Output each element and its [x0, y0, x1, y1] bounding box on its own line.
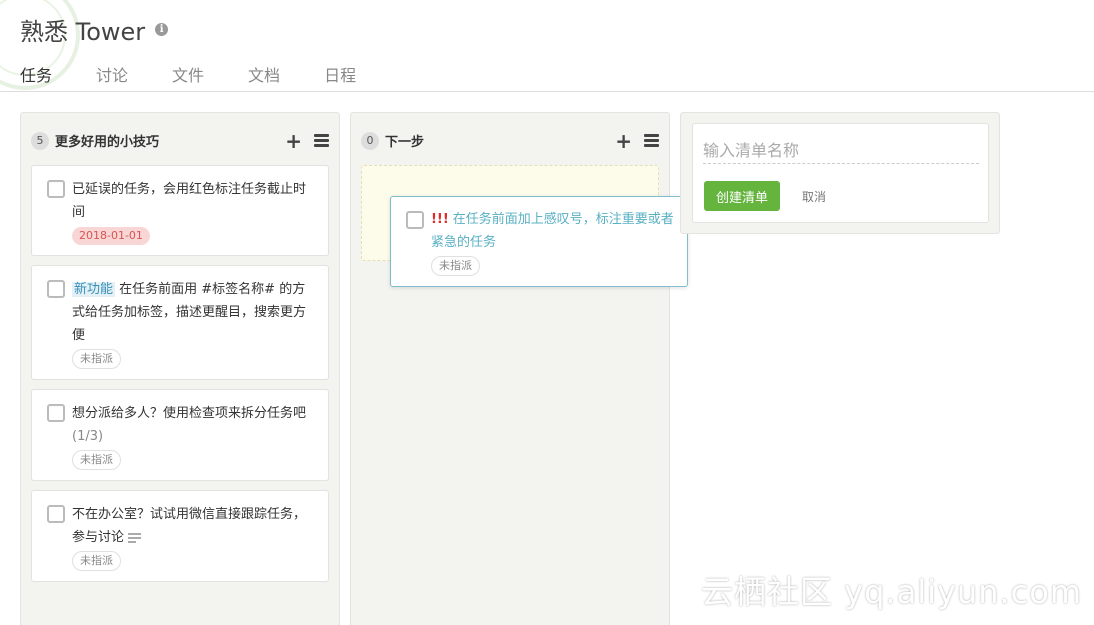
list-count-badge: 5 — [31, 131, 49, 150]
list-menu-icon[interactable] — [314, 134, 329, 147]
project-header: 熟悉 Tower i — [20, 12, 169, 47]
todo-list-next: 0 下一步 + — [350, 112, 670, 625]
list-menu-icon[interactable] — [644, 134, 659, 147]
cancel-link[interactable]: 取消 — [802, 188, 826, 205]
checklist-progress: (1/3) — [72, 429, 104, 444]
task-title-text: 在任务前面加上感叹号，标注重要或者紧急的任务 — [431, 212, 674, 250]
todo-list-tips: 5 更多好用的小技巧 + 已延误的任务，会用红色标注任务截止时间 2018-01… — [20, 112, 340, 625]
tab-calendar[interactable]: 日程 — [324, 62, 356, 92]
project-tabs: 任务 讨论 文件 文档 日程 — [20, 62, 400, 92]
new-list-form: 创建清单 取消 — [692, 123, 989, 223]
tab-files[interactable]: 文件 — [172, 62, 204, 92]
assignee-badge[interactable]: 未指派 — [72, 450, 121, 470]
list-name-input[interactable] — [703, 138, 979, 164]
list-count-badge: 0 — [361, 131, 379, 150]
task-tag: 新功能 — [72, 282, 116, 297]
dragging-task-card[interactable]: !!! 在任务前面加上感叹号，标注重要或者紧急的任务 未指派 — [390, 196, 688, 287]
list-header: 0 下一步 + — [351, 113, 669, 153]
description-icon — [128, 532, 142, 543]
info-icon[interactable]: i — [155, 23, 169, 36]
list-title[interactable]: 更多好用的小技巧 — [55, 131, 285, 150]
tab-tasks[interactable]: 任务 — [20, 62, 52, 92]
priority-marker: !!! — [431, 212, 449, 227]
task-checkbox[interactable] — [47, 280, 65, 298]
task-card[interactable]: 不在办公室？试试用微信直接跟踪任务，参与讨论 未指派 — [31, 490, 329, 582]
task-card[interactable]: 想分派给多人？使用检查项来拆分任务吧 (1/3) 未指派 — [31, 389, 329, 481]
task-title[interactable]: 想分派给多人？使用检查项来拆分任务吧 (1/3) — [72, 402, 316, 448]
task-checkbox[interactable] — [406, 211, 424, 229]
task-title-text: 不在办公室？试试用微信直接跟踪任务，参与讨论 — [72, 507, 307, 545]
add-task-icon[interactable]: + — [285, 131, 302, 151]
list-header: 5 更多好用的小技巧 + — [21, 113, 339, 153]
task-title[interactable]: 不在办公室？试试用微信直接跟踪任务，参与讨论 — [72, 503, 316, 549]
tab-docs[interactable]: 文档 — [248, 62, 280, 92]
task-title[interactable]: !!! 在任务前面加上感叹号，标注重要或者紧急的任务 — [431, 208, 677, 254]
assignee-badge[interactable]: 未指派 — [72, 349, 121, 369]
create-list-button[interactable]: 创建清单 — [704, 181, 780, 211]
assignee-badge[interactable]: 未指派 — [72, 551, 121, 571]
tabs-divider — [0, 91, 1094, 92]
task-title[interactable]: 新功能 在任务前面用 #标签名称# 的方式给任务加标签，描述更醒目，搜索更方便 — [72, 278, 316, 347]
watermark: 云栖社区 yq.aliyun.com — [700, 573, 1082, 611]
due-date-badge[interactable]: 2018-01-01 — [72, 227, 150, 245]
task-title-text: 想分派给多人？使用检查项来拆分任务吧 — [72, 406, 307, 421]
task-card[interactable]: 已延误的任务，会用红色标注任务截止时间 2018-01-01 — [31, 165, 329, 256]
task-card[interactable]: 新功能 在任务前面用 #标签名称# 的方式给任务加标签，描述更醒目，搜索更方便 … — [31, 265, 329, 380]
assignee-badge[interactable]: 未指派 — [431, 256, 480, 276]
task-checkbox[interactable] — [47, 404, 65, 422]
task-checkbox[interactable] — [47, 505, 65, 523]
add-task-icon[interactable]: + — [615, 131, 632, 151]
project-title: 熟悉 Tower — [20, 18, 146, 46]
new-list-panel: 创建清单 取消 — [680, 112, 1000, 234]
tab-discussions[interactable]: 讨论 — [96, 62, 128, 92]
task-title[interactable]: 已延误的任务，会用红色标注任务截止时间 — [72, 178, 316, 224]
list-title[interactable]: 下一步 — [385, 131, 615, 150]
task-checkbox[interactable] — [47, 180, 65, 198]
